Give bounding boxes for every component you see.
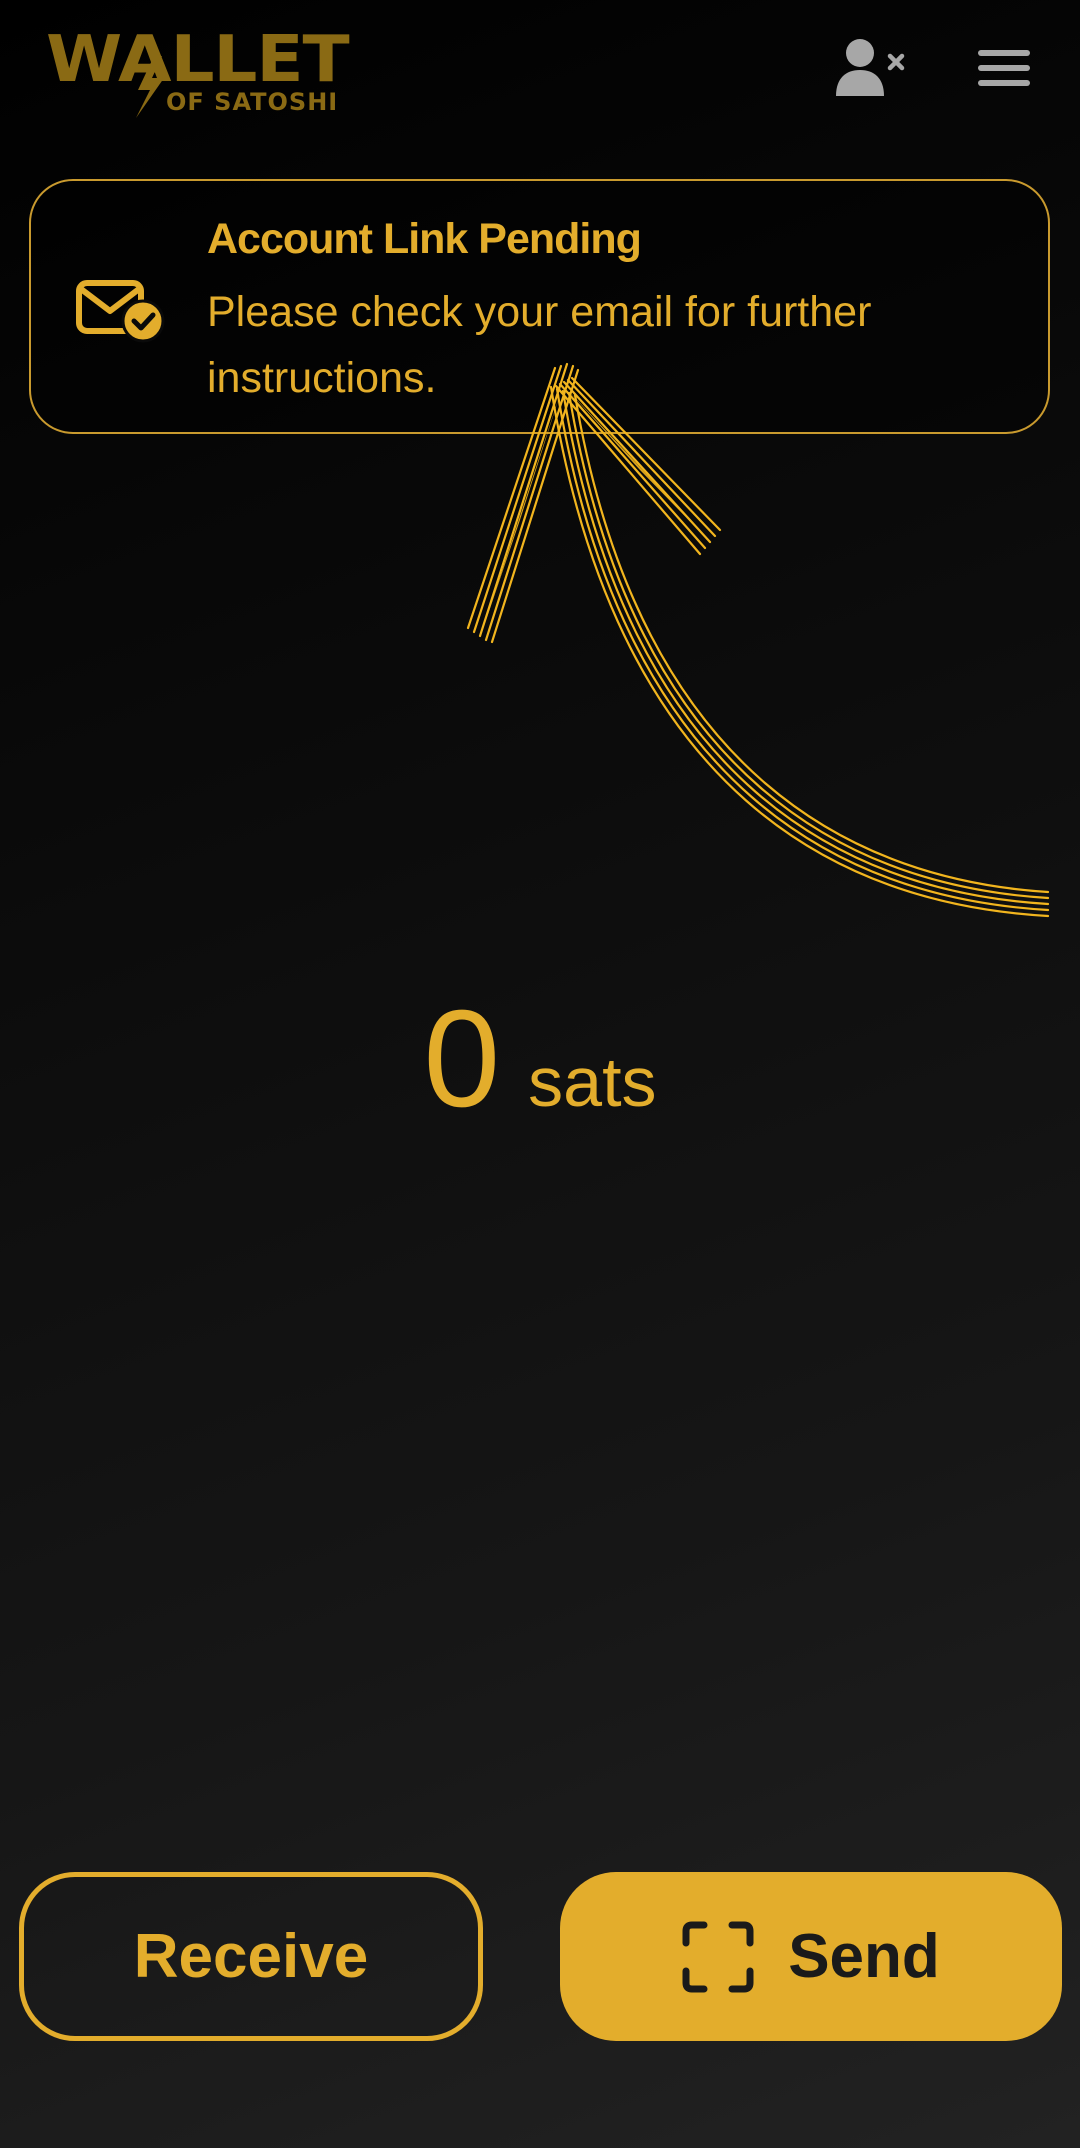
balance-amount: 0 (423, 982, 501, 1136)
balance-display: 0 sats (0, 980, 1080, 1139)
wallet-of-satoshi-logo: WALLET OF SATOSHI (46, 28, 400, 124)
hamburger-menu-icon (978, 50, 1030, 86)
lightning-bolt-icon (136, 56, 164, 118)
send-label: Send (788, 1922, 940, 1991)
account-link-pending-banner[interactable]: Account Link Pending Please check your e… (29, 179, 1050, 434)
receive-label: Receive (133, 1922, 369, 1991)
send-button[interactable]: Send (560, 1872, 1062, 2041)
logo-subtitle: OF SATOSHI (166, 88, 339, 116)
scan-frame-icon (682, 1921, 754, 1993)
banner-title: Account Link Pending (207, 215, 642, 263)
account-unlinked-button[interactable] (834, 36, 906, 100)
envelope-check-icon (76, 280, 165, 343)
logo-wordmark: WALLET (46, 23, 350, 97)
annotation-arrow (466, 362, 1050, 918)
banner-message: Please check your email for further inst… (207, 288, 872, 402)
menu-button[interactable] (968, 36, 1040, 100)
balance-unit: sats (528, 1043, 657, 1121)
receive-button[interactable]: Receive (19, 1872, 483, 2041)
user-unlinked-icon (836, 39, 905, 96)
